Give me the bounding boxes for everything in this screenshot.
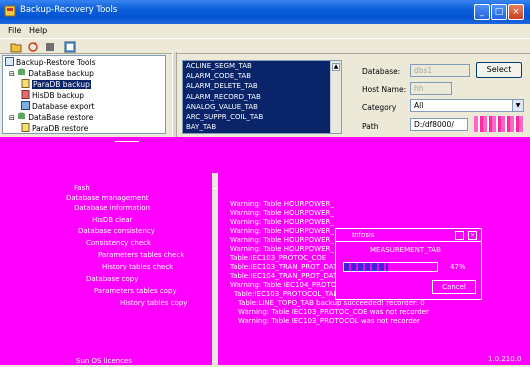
window-title: Backup-Recovery Tools (20, 5, 118, 15)
tree-item-licences[interactable]: Sun OS licences (76, 356, 132, 367)
document-icon (21, 123, 30, 132)
collapse-icon[interactable]: ⊟ (9, 114, 15, 122)
progress-dialog: Infosis × MEASUREMENT_TAB 47% Cancel (335, 228, 482, 300)
table-list[interactable]: ACLINE_SEGM_TAB ALARM_CODE_TAB ALARM_DEL… (182, 60, 342, 134)
progress-table-name: MEASUREMENT_TAB (370, 246, 441, 254)
tree-item-hisdb-backup[interactable]: HisDB backup (21, 90, 84, 101)
progress-percent: 47% (450, 263, 466, 271)
path-label: Path (362, 122, 379, 131)
log-line: Warning: Table HOURPOWER_ (230, 227, 334, 235)
tools-icon (5, 57, 14, 66)
list-item[interactable]: ACLINE_SEGM_TAB (183, 61, 341, 71)
category-label: Category (362, 103, 397, 112)
tree-item-parameters-copy[interactable]: Parameters tables copy (94, 286, 177, 297)
progress-fill (344, 263, 388, 271)
management-tree: Fash Database management Database inform… (64, 173, 212, 365)
menu-bar: File Help (0, 24, 530, 38)
list-scrollbar[interactable]: ▲ (330, 61, 341, 133)
tree-item-paradb-backup[interactable]: ParaDB backup (21, 79, 91, 90)
log-line: Warning: Table IEC103_PROTOCOL was not r… (238, 317, 420, 325)
log-line: Warning: Table HOURPOWER_ (230, 209, 334, 217)
close-icon[interactable]: × (468, 231, 477, 240)
tree-item-hisdb-clear[interactable]: HisDB clear (92, 215, 133, 226)
scroll-up-icon[interactable]: ▲ (332, 63, 340, 71)
category-select[interactable]: All ▼ (410, 99, 524, 112)
menu-help[interactable]: Help (29, 26, 47, 35)
tree-item-database-copy[interactable]: Database copy (86, 274, 138, 285)
category-value: All (414, 101, 424, 110)
list-item[interactable]: ALARM_DELETE_TAB (183, 81, 341, 91)
tree-root[interactable]: Backup-Restore Tools (5, 57, 96, 68)
overlay-band (0, 137, 530, 173)
tree-item-database-backup[interactable]: ⊟ DataBase backup (9, 68, 94, 79)
version-label: 1.0.210.0 (488, 355, 522, 363)
database-field: dbs1 (410, 64, 470, 77)
tree-item-paradb-restore[interactable]: ParaDB restore (21, 123, 88, 133)
splitter[interactable] (172, 52, 177, 137)
divider (115, 141, 139, 142)
select-button[interactable]: Select (476, 62, 522, 78)
stop-icon[interactable] (44, 41, 56, 53)
title-bar: Backup-Recovery Tools _ □ × (0, 0, 530, 24)
host-name-field: hh (410, 82, 452, 95)
toolbar (0, 38, 530, 54)
tools-tree: Backup-Restore Tools ⊟ DataBase backup P… (2, 55, 166, 134)
database-label: Database: (362, 67, 401, 76)
refresh-icon[interactable] (27, 41, 39, 53)
log-line: Table:LINE_TOPO_TAB backup succeeded! re… (238, 299, 425, 307)
database-icon (18, 112, 26, 119)
list-item[interactable]: ARC_SUPPR_COIL_TAB (183, 112, 341, 122)
tree-item-history-check[interactable]: History tables check (102, 262, 173, 273)
log-line: Warning: Table HOURPOWER_ (230, 200, 334, 208)
close-button[interactable]: × (508, 4, 524, 20)
export-icon[interactable] (64, 41, 76, 53)
log-line: Warning: Table IEC103_PROTOC_COE was not… (238, 308, 429, 316)
log-line: Warning: Table HOURPOWER_ (230, 236, 334, 244)
browse-button[interactable] (474, 116, 524, 132)
tree-item-history-copy[interactable]: History tables copy (120, 298, 187, 309)
progress-bar (343, 262, 438, 272)
export-icon (21, 101, 30, 110)
list-item[interactable]: ALARM_CODE_TAB (183, 71, 341, 81)
help-icon[interactable] (455, 231, 464, 240)
tree-item-database-restore[interactable]: ⊟ DataBase restore (9, 112, 93, 123)
database-icon (18, 68, 26, 75)
list-item[interactable]: ANALOG_VALUE_TAB (183, 102, 341, 112)
dialog-title-bar: Infosis × (336, 229, 481, 242)
chevron-down-icon[interactable]: ▼ (512, 100, 523, 111)
tree-item-consistency-check[interactable]: Consistency check (86, 238, 151, 249)
log-line: Warning: Table HOURPOWER_ (230, 245, 334, 253)
list-item[interactable]: BAY_TAB (183, 122, 341, 132)
log-line: Warning: Table HOURPOWER_ (230, 218, 334, 226)
collapse-icon[interactable]: ⊟ (9, 70, 15, 78)
log-line: Table:IEC103_PROTOC_COE (230, 254, 327, 262)
minimize-icon: _ (479, 7, 485, 17)
close-icon: × (512, 7, 520, 17)
path-field[interactable]: D:/df8000/ (410, 118, 468, 131)
cancel-button[interactable]: Cancel (432, 280, 476, 294)
open-icon[interactable] (10, 41, 22, 53)
document-icon (21, 79, 30, 88)
list-item[interactable]: ALARM_RECORD_TAB (183, 92, 341, 102)
document-icon (21, 90, 30, 99)
tree-item-parameters-check[interactable]: Parameters tables check (98, 250, 184, 261)
host-name-label: Host Name: (362, 85, 407, 94)
minimize-button[interactable]: _ (474, 4, 490, 20)
tree-item-database-export[interactable]: Database export (21, 101, 94, 112)
app-icon (4, 5, 16, 17)
tree-item-database-consistency[interactable]: Database consistency (78, 226, 155, 237)
tree-item-database-information[interactable]: Database information (74, 203, 150, 214)
overlay-left (0, 173, 64, 365)
maximize-icon: □ (494, 7, 504, 17)
menu-file[interactable]: File (8, 26, 21, 35)
maximize-button[interactable]: □ (491, 4, 507, 20)
dialog-title: Infosis (352, 231, 375, 239)
